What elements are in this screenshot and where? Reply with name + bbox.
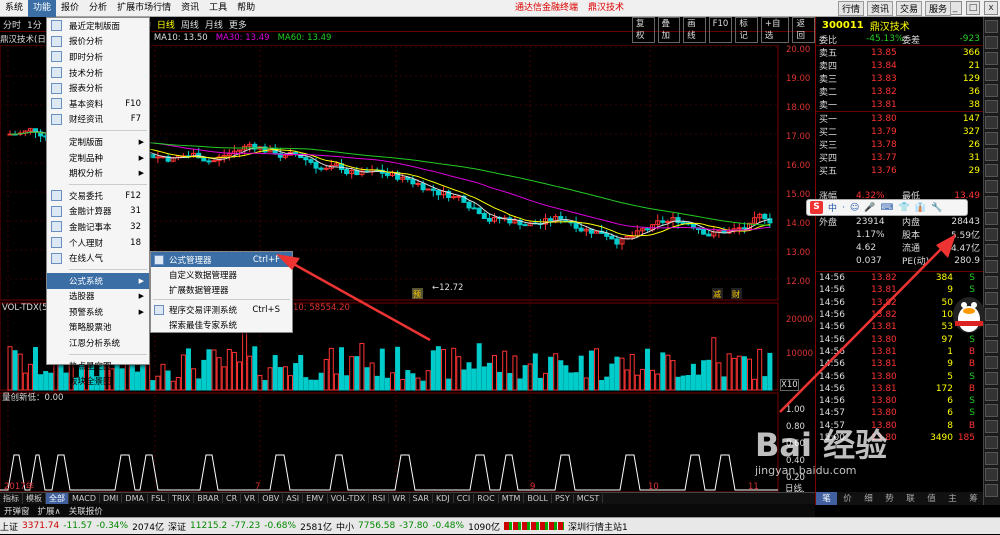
sz-value: 11215.2: [190, 521, 228, 531]
sz-pct: -0.68%: [264, 521, 297, 531]
zx-value: 7756.58: [358, 521, 396, 531]
status-bar: 上证 3371.74 -11.57 -0.34% 2074亿 深证 11215.…: [0, 517, 1000, 534]
zx-amount: 1090亿: [468, 522, 500, 533]
zx-pct: -0.48%: [432, 521, 465, 531]
sh-amount: 2074亿: [132, 522, 164, 533]
sh-value: 3371.74: [22, 521, 60, 531]
arrow-line-1: [289, 260, 431, 342]
sh-pct: -0.34%: [96, 521, 129, 531]
arrow-line-2: [779, 244, 946, 413]
sz-label: 深证: [168, 522, 187, 533]
watermark-brand: Bai 经验: [755, 426, 888, 464]
site-label[interactable]: 深圳行情主站1: [568, 520, 628, 533]
watermark-url: jingyan.baidu.com: [755, 464, 857, 477]
sz-change: -77.23: [231, 521, 261, 531]
zx-label: 中小: [336, 522, 355, 533]
sh-label: 上证: [0, 522, 19, 533]
zx-change: -37.80: [399, 521, 429, 531]
sz-amount: 2581亿: [300, 522, 332, 533]
arrow-head-1: [276, 254, 300, 270]
qq-penguin-icon[interactable]: [945, 285, 993, 335]
baidu-watermark: Bai 经验 jingyan.baidu.com: [755, 420, 955, 500]
sh-change: -11.57: [63, 521, 93, 531]
volume-meter-icon: [504, 522, 564, 530]
arrow-head-2: [936, 234, 956, 258]
